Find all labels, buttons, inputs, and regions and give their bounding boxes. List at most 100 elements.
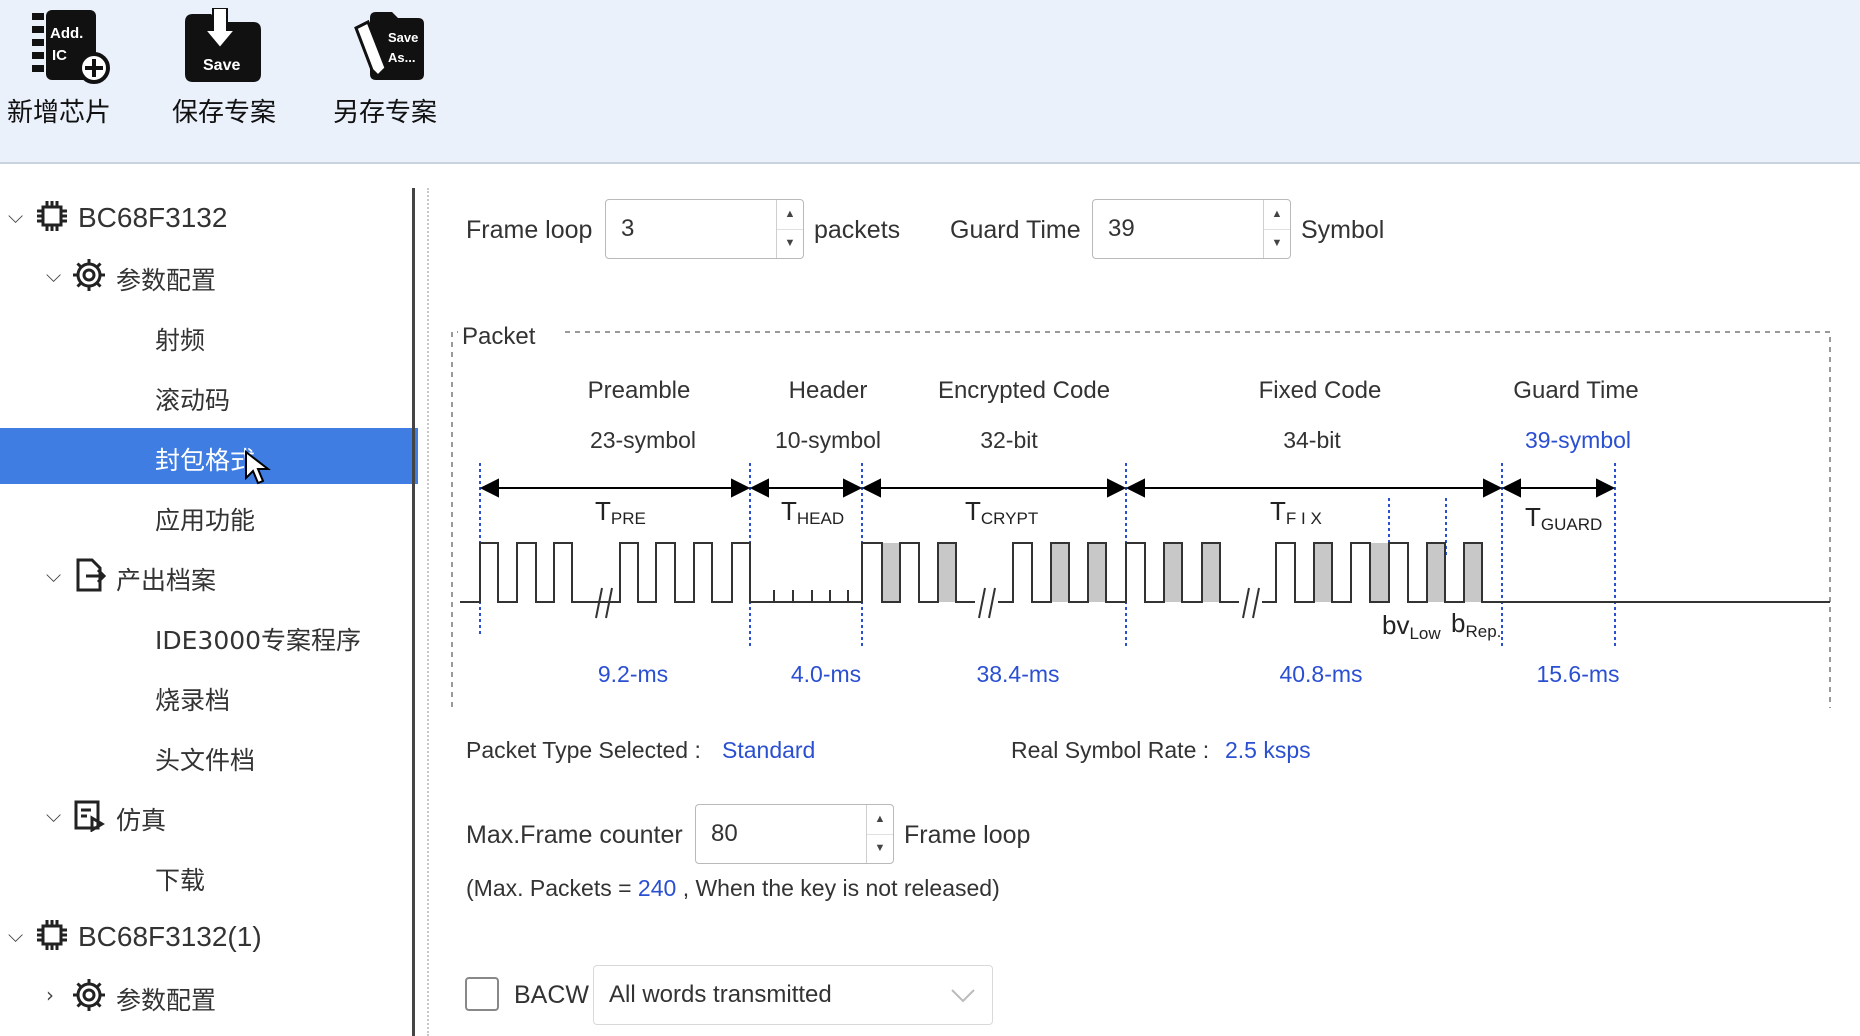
spin-arrows: ▲ ▼: [1263, 200, 1290, 258]
segment-duration: 40.8-ms: [1279, 661, 1362, 687]
segment-duration: 9.2-ms: [598, 661, 668, 687]
tree-item-header-file[interactable]: 头文件档: [0, 728, 418, 784]
tree-item-label: 封包格式: [155, 446, 256, 475]
t-pre-label: TPRE: [595, 496, 646, 528]
tree-item-download[interactable]: 下载: [0, 848, 418, 904]
spin-arrows: ▲ ▼: [866, 805, 893, 863]
packet-timing-diagram: Packet Preamble Header Encrypted Code Fi…: [451, 318, 1831, 719]
tree-item-label: BC68F3132: [78, 202, 228, 233]
chip-icon: [37, 920, 67, 950]
segment-size: 10-symbol: [775, 427, 881, 453]
decrement-arrow-icon[interactable]: ▼: [777, 229, 803, 258]
tree-item-emulation[interactable]: ⌵ 仿真: [0, 788, 418, 844]
save-icon: Save: [185, 8, 261, 82]
tree-item-label: 应用功能: [155, 506, 256, 535]
tree-item-label: 产出档案: [116, 566, 217, 595]
max-frame-counter-label: Max.Frame counter: [466, 821, 683, 849]
increment-arrow-icon[interactable]: ▲: [777, 200, 803, 230]
max-frame-counter-spinbox[interactable]: 80 ▲ ▼: [695, 804, 894, 864]
guard-time-value: 39: [1108, 215, 1135, 242]
decrement-arrow-icon[interactable]: ▼: [867, 834, 893, 863]
frame-loop-label: Frame loop: [466, 216, 593, 244]
tree-item-label: 下载: [155, 866, 206, 895]
tree-item-chip-bc68f3132-1[interactable]: ⌵ BC68F3132(1): [0, 908, 418, 964]
toolbar: Add. IC 新增芯片 Save 保存专案 Save As... 另存专案: [0, 0, 1860, 164]
chevron-down-icon[interactable]: ⌵: [46, 563, 61, 587]
segment-name: Header: [789, 377, 868, 404]
save-as-project-button[interactable]: Save As... 另存专案: [322, 0, 462, 150]
tree-item-rf[interactable]: 射频: [0, 308, 418, 364]
gear-icon: [73, 259, 105, 291]
segment-duration: 4.0-ms: [791, 661, 861, 687]
segment-name: Guard Time: [1513, 377, 1638, 404]
mouse-cursor-icon: [245, 450, 271, 485]
max-packets-note: (Max. Packets = 240 , When the key is no…: [466, 875, 1000, 902]
tree-item-label: BC68F3132(1): [78, 921, 262, 952]
symbol-rate-label: Real Symbol Rate :: [1011, 737, 1210, 763]
packet-diagram: Packet Preamble Header Encrypted Code Fi…: [450, 318, 1851, 719]
tree-item-label: IDE3000专案程序: [155, 626, 362, 655]
save-as-project-label: 另存专案: [332, 98, 437, 128]
packet-type-label: Packet Type Selected :: [466, 737, 701, 763]
chip-icon: [37, 201, 67, 231]
svg-text:Add.: Add.: [50, 25, 83, 42]
segment-size: 34-bit: [1283, 427, 1341, 453]
tree-item-label: 射频: [155, 326, 206, 355]
max-frame-counter-unit: Frame loop: [904, 821, 1031, 849]
t-crypt-label: TCRYPT: [965, 496, 1038, 528]
dotted-separator: [427, 188, 429, 1036]
segment-name: Fixed Code: [1259, 377, 1382, 404]
tree-item-ide3000-program[interactable]: IDE3000专案程序: [0, 608, 418, 664]
chevron-down-icon[interactable]: ⌵: [8, 204, 23, 228]
tree-item-chip-bc68f3132[interactable]: ⌵ BC68F3132: [0, 189, 418, 245]
chevron-down-icon[interactable]: ⌵: [8, 923, 23, 947]
increment-arrow-icon[interactable]: ▲: [867, 805, 893, 835]
svg-text:Save: Save: [203, 57, 240, 74]
bacw-mode-select[interactable]: All words transmitted: [593, 965, 993, 1025]
frame-loop-spinbox[interactable]: 3 ▲ ▼: [605, 199, 804, 259]
emulator-icon: [74, 800, 105, 832]
tree-item-burn-file[interactable]: 烧录档: [0, 668, 418, 724]
chevron-down-icon: [951, 989, 975, 1003]
t-fix-label: TF I X: [1270, 496, 1322, 528]
max-packets-suffix: , When the key is not released): [682, 875, 1000, 901]
increment-arrow-icon[interactable]: ▲: [1264, 200, 1290, 230]
spin-arrows: ▲ ▼: [776, 200, 803, 258]
decrement-arrow-icon[interactable]: ▼: [1264, 229, 1290, 258]
t-guard-label: TGUARD: [1525, 502, 1602, 534]
b-rep-label: bRep.: [1451, 608, 1501, 641]
tree-item-parameter-config-2[interactable]: › 参数配置: [0, 968, 418, 1024]
tree-item-packet-format[interactable]: 封包格式: [0, 428, 418, 485]
max-frame-counter-value: 80: [711, 820, 738, 847]
add-chip-button[interactable]: Add. IC 新增芯片: [0, 0, 140, 150]
svg-text:IC: IC: [52, 47, 67, 64]
bacw-checkbox[interactable]: [465, 977, 499, 1011]
chevron-down-icon[interactable]: ⌵: [46, 263, 61, 287]
frame-loop-value: 3: [621, 215, 635, 242]
chevron-right-icon[interactable]: ›: [46, 983, 54, 1007]
tree-item-app-function[interactable]: 应用功能: [0, 488, 418, 544]
sidebar-splitter[interactable]: [412, 188, 415, 1036]
bacw-mode-value: All words transmitted: [609, 981, 832, 1008]
segment-size: 23-symbol: [590, 427, 696, 453]
packet-format-panel: Frame loop 3 ▲ ▼ packets Guard Time 39 ▲…: [430, 164, 1860, 1036]
save-project-button[interactable]: Save 保存专案: [155, 0, 295, 150]
chevron-down-icon[interactable]: ⌵: [46, 803, 61, 827]
tree-item-label: 滚动码: [155, 386, 231, 415]
guard-time-label: Guard Time: [950, 216, 1081, 244]
tree-item-output-files[interactable]: ⌵ 产出档案: [0, 548, 418, 604]
bacw-label: BACW: [514, 981, 589, 1009]
svg-text:As...: As...: [388, 50, 415, 65]
tree-item-label: 烧录档: [155, 686, 231, 715]
segment-duration: 38.4-ms: [976, 661, 1059, 687]
segment-size: 32-bit: [980, 427, 1038, 453]
segment-name: Preamble: [588, 377, 691, 404]
tree-item-parameter-config[interactable]: ⌵ 参数配置: [0, 248, 418, 304]
guard-time-unit: Symbol: [1301, 216, 1385, 244]
guard-time-spinbox[interactable]: 39 ▲ ▼: [1092, 199, 1291, 259]
tree-item-label: 仿真: [116, 806, 167, 835]
export-file-icon: [76, 558, 106, 592]
gear-icon: [73, 979, 105, 1011]
add-ic-icon: Add. IC: [32, 10, 110, 84]
tree-item-rolling-code[interactable]: 滚动码: [0, 368, 418, 424]
